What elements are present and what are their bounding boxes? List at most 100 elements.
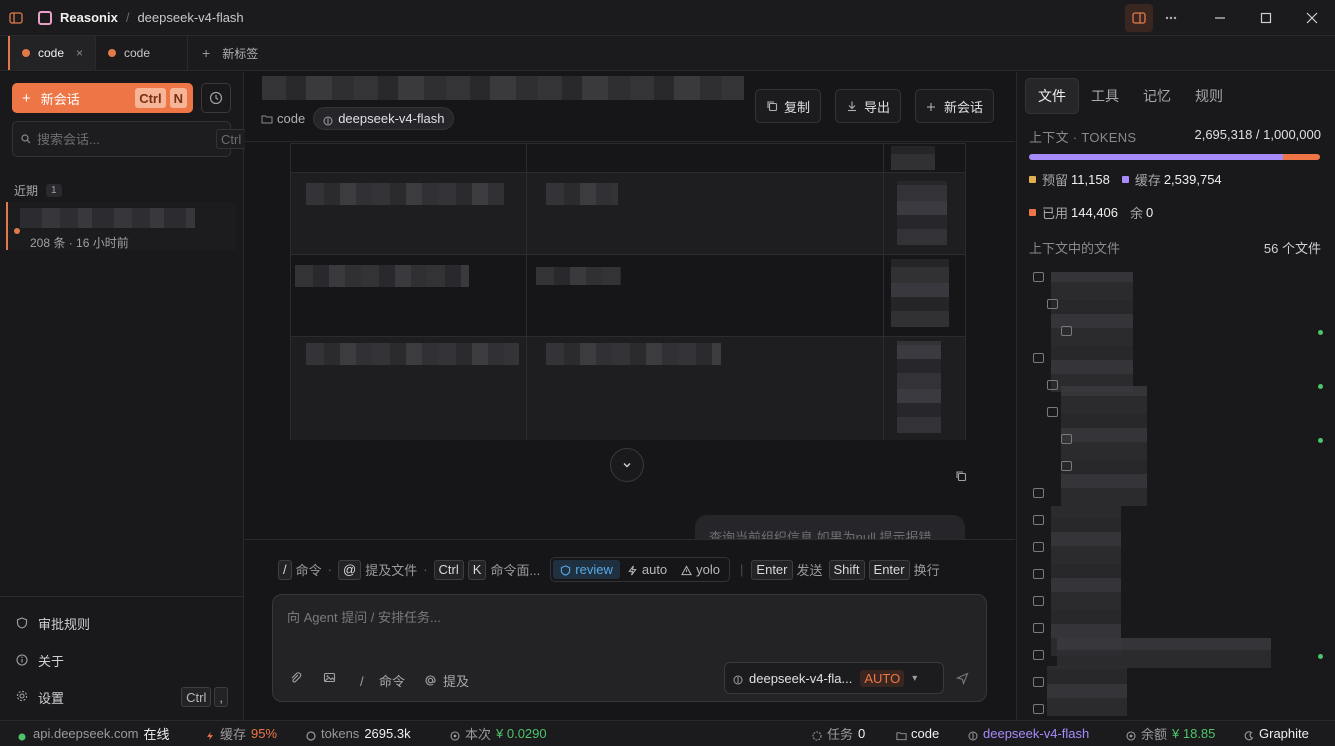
plus-icon <box>926 100 938 112</box>
copy-icon <box>766 100 778 112</box>
tab-close-icon[interactable]: × <box>76 46 83 60</box>
file-tree-item[interactable] <box>1033 569 1323 583</box>
approval-rules-button[interactable]: 审批规则 <box>16 614 228 633</box>
composer-area: / 命令 · @ 提及文件 · Ctrl K 命令面... review aut… <box>245 539 1015 720</box>
mode-yolo[interactable]: yolo <box>674 560 727 579</box>
file-tree-item[interactable] <box>1033 353 1323 367</box>
session-active-dot <box>14 228 20 234</box>
agent-mode-switch: review auto yolo <box>550 557 731 582</box>
new-tab-button[interactable]: + 新标签 <box>188 36 272 70</box>
shortcut-key: @ <box>337 559 362 580</box>
file-tree-item[interactable] <box>1033 515 1323 529</box>
tab-code-active[interactable]: code × <box>8 36 96 70</box>
mode-review[interactable]: review <box>553 560 620 579</box>
file-tree-item[interactable] <box>1033 272 1323 286</box>
sidebar: + 新会话 Ctrl N Ctrl K 近期 1 208 条 · 16 小时前 <box>0 72 268 720</box>
mode-auto[interactable]: auto <box>620 560 674 579</box>
legend-used-swatch <box>1029 209 1036 216</box>
command-button[interactable]: / 命令 <box>360 671 405 690</box>
file-tree-item[interactable] <box>1033 650 1323 664</box>
image-button[interactable] <box>323 671 342 684</box>
header-new-chat-button[interactable]: 新会话 <box>915 89 995 123</box>
session-title-redacted <box>20 208 195 228</box>
status-tasks-value: 0 <box>858 726 866 741</box>
mode-auto-label: auto <box>641 562 668 577</box>
tab-tools[interactable]: 工具 <box>1079 79 1131 113</box>
recent-section-label: 近期 1 <box>14 182 62 199</box>
tab-code[interactable]: code <box>96 36 188 70</box>
export-button[interactable]: 导出 <box>835 89 902 123</box>
file-tree-item[interactable] <box>1033 596 1323 610</box>
copy-message-icon[interactable] <box>954 469 968 483</box>
shortcut-key: Ctrl <box>216 129 247 149</box>
title-separator: / <box>125 10 130 25</box>
legend-reserved-label: 预留 <box>1042 173 1069 188</box>
tab-files[interactable]: 文件 <box>1025 78 1079 114</box>
export-label: 导出 <box>864 99 891 115</box>
hint-send: 发送 <box>796 563 823 578</box>
file-tree-item[interactable] <box>1033 542 1323 556</box>
model-select-label: deepseek-v4-fla... <box>749 670 853 686</box>
message-input[interactable] <box>287 607 967 647</box>
status-cache-label: 缓存 <box>220 727 247 742</box>
download-icon <box>846 100 858 112</box>
context-files-count: 56 个文件 <box>1263 241 1321 256</box>
about-button[interactable]: 关于 <box>16 651 228 670</box>
file-tree-item[interactable] <box>1033 407 1323 421</box>
settings-label: 设置 <box>38 690 65 706</box>
legend-cache-value: 2,539,754 <box>1163 172 1222 187</box>
tab-label: code <box>124 46 151 60</box>
history-icon[interactable] <box>201 83 231 113</box>
file-tree-item[interactable] <box>1033 488 1323 502</box>
crumb-folder[interactable]: code <box>261 111 305 126</box>
context-bar-used <box>1283 154 1320 160</box>
status-folder[interactable]: code <box>896 726 939 741</box>
file-tree-item[interactable] <box>1033 434 1323 448</box>
file-tree-item[interactable] <box>1033 299 1323 313</box>
tab-rules[interactable]: 规则 <box>1183 79 1235 113</box>
settings-button[interactable]: 设置 Ctrl , <box>16 687 228 707</box>
file-tree-item[interactable] <box>1033 461 1323 475</box>
minimize-icon[interactable] <box>1197 0 1243 36</box>
file-tree-item[interactable] <box>1033 380 1323 394</box>
status-theme[interactable]: Graphite <box>1244 726 1309 741</box>
chat-main: code deepseek-v4-flash 复制 导出 新会话 查询当前组织信… <box>245 72 1015 720</box>
tab-memory[interactable]: 记忆 <box>1131 79 1183 113</box>
context-usage-row: 上下文 · TOKENS 2,695,318 / 1,000,000 <box>1029 127 1321 146</box>
file-tree-item[interactable] <box>1033 677 1323 691</box>
coin-icon <box>450 729 460 741</box>
status-tasks[interactable]: 任务 0 <box>812 724 865 743</box>
file-tree-item[interactable] <box>1033 704 1323 718</box>
hint-command-palette: 命令面... <box>490 563 541 578</box>
copy-button[interactable]: 复制 <box>755 89 822 123</box>
file-tree-item[interactable] <box>1033 326 1323 340</box>
file-tree-item[interactable] <box>1033 623 1323 637</box>
recent-count-badge: 1 <box>46 184 62 197</box>
status-dot <box>1318 438 1323 443</box>
shortcut-key: N <box>169 88 187 108</box>
shortcut-key: Shift <box>828 559 865 580</box>
send-button[interactable] <box>953 669 971 687</box>
scroll-to-bottom-button[interactable] <box>610 448 644 482</box>
status-connection[interactable]: api.deepseek.com 在线 <box>18 724 170 743</box>
new-chat-button[interactable]: + 新会话 Ctrl N <box>12 83 193 113</box>
session-list-item[interactable]: 208 条 · 16 小时前 <box>6 202 236 250</box>
status-cache-value: 95% <box>251 726 278 741</box>
right-panel-toggle-icon[interactable] <box>1125 4 1153 32</box>
approval-rules-label: 审批规则 <box>38 617 91 632</box>
more-icon[interactable] <box>1157 4 1185 32</box>
status-dot <box>1318 654 1323 659</box>
model-pill[interactable]: deepseek-v4-flash <box>313 107 455 130</box>
model-icon <box>323 114 333 125</box>
attach-button[interactable] <box>289 671 308 684</box>
sidebar-footer: 审批规则 关于 设置 Ctrl , <box>0 596 244 720</box>
maximize-icon[interactable] <box>1243 0 1289 36</box>
online-dot-icon <box>18 729 28 740</box>
model-select[interactable]: deepseek-v4-fla... AUTO ▾ <box>724 662 944 694</box>
search-input[interactable] <box>37 131 213 147</box>
close-window-icon[interactable] <box>1289 0 1335 36</box>
mention-button[interactable]: 提及 <box>424 671 469 690</box>
sidebar-toggle-icon[interactable] <box>8 10 24 26</box>
status-model[interactable]: deepseek-v4-flash <box>968 726 1089 741</box>
app-window: Reasonix / deepseek-v4-flash code × code… <box>0 0 1335 746</box>
